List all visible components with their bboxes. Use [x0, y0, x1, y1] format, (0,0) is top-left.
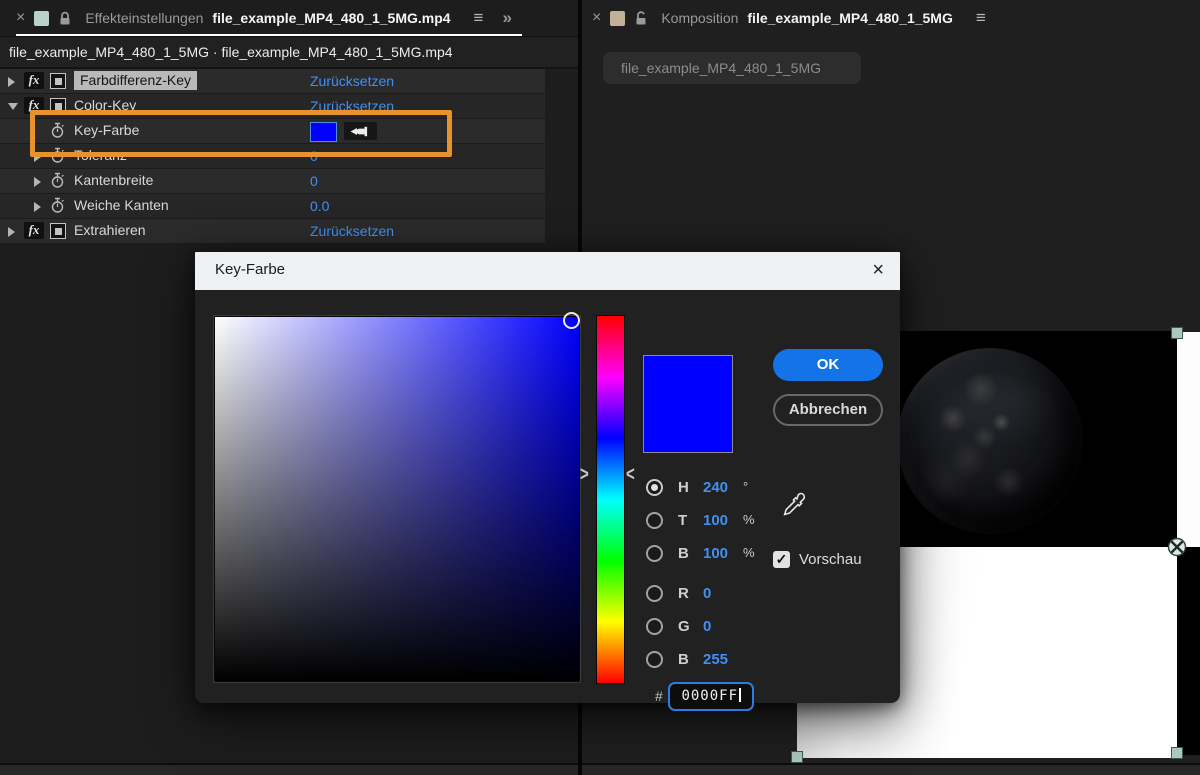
chevron-down-icon[interactable] — [8, 103, 18, 110]
composition-name-chip[interactable]: file_example_MP4_480_1_5MG — [603, 52, 861, 84]
current-color-swatch — [643, 355, 733, 453]
property-row-weiche-kanten[interactable]: Weiche Kanten 0.0 — [0, 194, 545, 219]
fx-icon[interactable]: fx — [24, 222, 44, 239]
panel-menu-icon[interactable]: ≡ — [976, 8, 986, 28]
stopwatch-icon[interactable] — [50, 197, 65, 214]
panel-document-title[interactable]: file_example_MP4_480_1_5MG — [747, 10, 952, 26]
effect-controls-breadcrumb: file_example_MP4_480_1_5MG · file_exampl… — [0, 36, 578, 69]
field-value[interactable]: 100 — [703, 512, 728, 529]
property-name: Kantenbreite — [74, 172, 154, 188]
field-unit: % — [743, 512, 755, 527]
panel-bottom-strip — [582, 763, 1200, 775]
radio-b[interactable] — [646, 545, 663, 562]
effect-enable-checkbox[interactable] — [50, 223, 66, 239]
chevron-right-icon[interactable] — [34, 202, 41, 212]
color-picker-dialog: Key-Farbe × > < OK Abbrechen ✓ Vorschau … — [195, 252, 900, 711]
hex-value: 0000FF — [681, 688, 739, 704]
fx-icon[interactable]: fx — [24, 72, 44, 89]
effect-enable-dot — [54, 227, 62, 235]
panel-group-color-swatch — [34, 10, 50, 26]
stopwatch-icon[interactable] — [50, 172, 65, 189]
radio-h[interactable] — [646, 479, 663, 496]
property-row-kantenbreite[interactable]: Kantenbreite 0 — [0, 169, 545, 194]
chevron-right-icon[interactable] — [34, 177, 41, 187]
panel-title-label[interactable]: Komposition — [661, 10, 738, 26]
video-frame-black — [880, 331, 1177, 547]
active-tab-underline — [16, 34, 522, 36]
selection-handle-bottom-right[interactable] — [1171, 747, 1183, 759]
effect-enable-checkbox[interactable] — [50, 73, 66, 89]
app-root: × Effekteinstellungen file_example_MP4_4… — [0, 0, 1200, 775]
radio-b2[interactable] — [646, 651, 663, 668]
effect-enable-dot — [54, 102, 62, 110]
layer-anchor-point-icon[interactable] — [1166, 536, 1188, 558]
effect-controls-tabbar: × Effekteinstellungen file_example_MP4_4… — [0, 0, 578, 36]
text-caret — [739, 688, 741, 702]
panel-bottom-strip — [0, 763, 578, 775]
ok-button[interactable]: OK — [773, 349, 883, 381]
dialog-title: Key-Farbe — [215, 261, 286, 278]
hex-prefix: # — [655, 688, 663, 704]
chevron-right-icon[interactable] — [8, 227, 15, 237]
preview-label: Vorschau — [799, 551, 862, 568]
dialog-eyedropper-icon[interactable] — [780, 492, 806, 518]
effect-name[interactable]: Extrahieren — [74, 222, 146, 238]
effect-name[interactable]: Farbdifferenz-Key — [74, 71, 198, 90]
property-name: Weiche Kanten — [74, 197, 169, 213]
radio-t[interactable] — [646, 512, 663, 529]
hex-input[interactable]: 0000FF — [668, 682, 754, 711]
panel-title-label[interactable]: Effekteinstellungen — [85, 10, 203, 26]
reset-link[interactable]: Zurücksetzen — [310, 73, 394, 89]
panel-document-title[interactable]: file_example_MP4_480_1_5MG.mp4 — [212, 10, 450, 26]
field-value[interactable]: 0 — [703, 585, 711, 602]
lock-icon[interactable] — [58, 11, 72, 26]
reset-link[interactable]: Zurücksetzen — [310, 223, 394, 239]
field-value[interactable]: 0 — [703, 618, 711, 635]
background-white-strip — [1177, 332, 1200, 547]
dialog-close-icon[interactable]: × — [872, 259, 884, 281]
field-label: H — [678, 479, 689, 496]
field-label: R — [678, 585, 689, 602]
background-black-strip — [1177, 547, 1200, 755]
hue-slider[interactable] — [596, 315, 625, 684]
annotation-highlight-box — [30, 110, 452, 157]
radio-r[interactable] — [646, 585, 663, 602]
field-value[interactable]: 255 — [703, 651, 728, 668]
field-label: G — [678, 618, 690, 635]
field-value[interactable]: 100 — [703, 545, 728, 562]
field-value[interactable]: 240 — [703, 479, 728, 496]
color-selection-ring[interactable] — [563, 312, 580, 329]
hue-indicator-left-icon: > — [580, 463, 589, 486]
saturation-brightness-field[interactable] — [213, 312, 581, 683]
panel-close-icon[interactable]: × — [16, 10, 25, 26]
preview-checkbox[interactable]: ✓ — [773, 551, 790, 568]
panel-close-icon[interactable]: × — [592, 10, 601, 26]
selection-handle-top-right[interactable] — [1171, 327, 1183, 339]
effect-enable-dot — [54, 77, 62, 85]
field-unit: ° — [743, 479, 749, 494]
effect-row-extrahieren[interactable]: fx Extrahieren Zurücksetzen — [0, 219, 545, 244]
composition-tabbar: × Komposition file_example_MP4_480_1_5MG… — [582, 0, 1200, 36]
panel-menu-icon[interactable]: ≡ — [474, 8, 484, 28]
radio-g[interactable] — [646, 618, 663, 635]
property-value[interactable]: 0.0 — [310, 198, 329, 214]
panel-group-color-swatch — [610, 10, 626, 26]
selection-handle-bottom-left[interactable] — [791, 751, 803, 763]
dialog-titlebar[interactable]: Key-Farbe × — [195, 252, 900, 291]
dialog-body: > < OK Abbrechen ✓ Vorschau H 240 ° T 10… — [195, 290, 900, 711]
field-label: B — [678, 651, 689, 668]
unlock-icon[interactable] — [634, 10, 648, 26]
field-label: B — [678, 545, 689, 562]
chevron-right-icon[interactable] — [8, 77, 15, 87]
field-unit: % — [743, 545, 755, 560]
hue-indicator-right-icon: < — [626, 463, 635, 486]
earth-image — [897, 348, 1083, 534]
effect-row-farbdifferenz-key[interactable]: fx Farbdifferenz-Key Zurücksetzen — [0, 69, 545, 94]
panel-overflow-icon[interactable]: » — [502, 8, 511, 28]
field-label: T — [678, 512, 688, 529]
property-value[interactable]: 0 — [310, 173, 318, 189]
cancel-button[interactable]: Abbrechen — [773, 394, 883, 426]
